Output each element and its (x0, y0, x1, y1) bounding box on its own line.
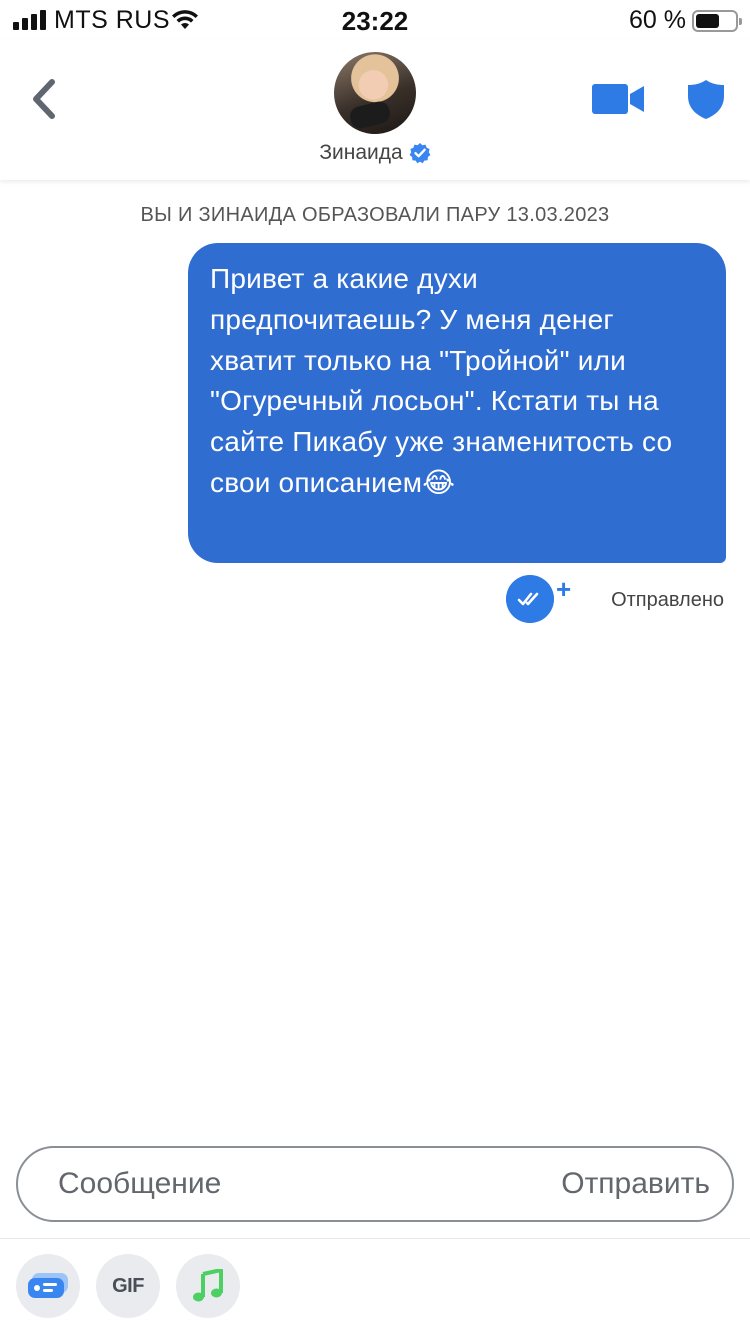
gif-button[interactable]: GIF (96, 1254, 160, 1318)
chevron-left-icon[interactable] (22, 74, 66, 124)
match-name-row[interactable]: Зинаида (0, 141, 750, 165)
verified-badge-icon (409, 143, 431, 164)
battery-level (696, 14, 719, 28)
laughing-emoji: 😂 (422, 466, 456, 498)
battery-icon (692, 10, 742, 32)
match-name: Зинаида (319, 141, 403, 164)
quick-reply-button[interactable] (16, 1254, 80, 1318)
message-status: Отправлено (611, 589, 724, 611)
plus-icon[interactable]: + (556, 576, 571, 602)
status-bar: MTS RUS 23:22 60 % (0, 0, 750, 40)
send-button[interactable]: Отправить (561, 1167, 710, 1201)
read-receipt-icon[interactable] (506, 575, 554, 623)
chat-header: Зинаида (0, 40, 750, 180)
shield-icon[interactable] (686, 78, 726, 120)
match-avatar[interactable] (334, 52, 416, 134)
message-input[interactable]: Сообщение Отправить (16, 1146, 734, 1222)
outgoing-message-bubble[interactable]: Привет а какие духи предпочитаешь? У мен… (188, 243, 726, 563)
video-camera-icon[interactable] (590, 82, 646, 116)
toolbar-divider (0, 1238, 750, 1239)
battery-percent: 60 % (629, 6, 686, 34)
music-note-icon (193, 1269, 223, 1302)
message-placeholder: Сообщение (58, 1167, 222, 1200)
message-card-icon (28, 1273, 68, 1298)
gif-label: GIF (112, 1274, 144, 1297)
match-date-notice: ВЫ И ЗИНАИДА ОБРАЗОВАЛИ ПАРУ 13.03.2023 (140, 204, 610, 226)
avatar-photo-detail (347, 99, 393, 131)
music-button[interactable] (176, 1254, 240, 1318)
chat-screen: MTS RUS 23:22 60 % Зинаида ВЫ И ЗИНАИДА … (0, 0, 750, 1334)
